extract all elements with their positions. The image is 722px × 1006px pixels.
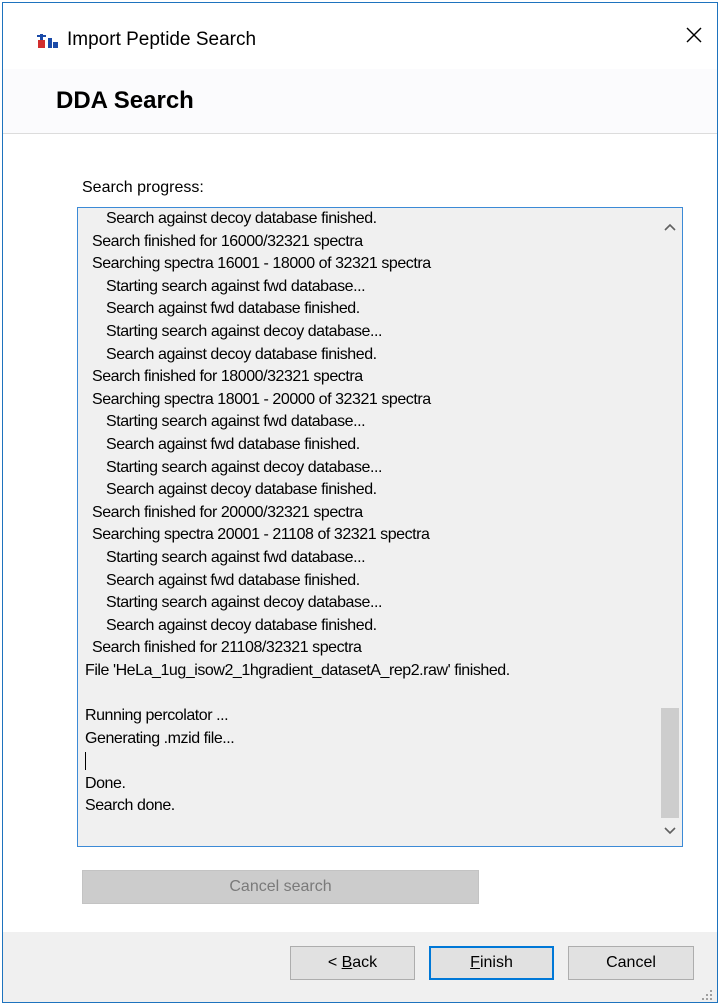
wizard-content: Search progress: Search against decoy da… [3,134,717,932]
log-line: Done. [85,774,126,792]
log-line: Starting search against fwd database... [106,548,366,566]
log-line: Search against decoy database finished. [106,210,377,227]
title-bar: Import Peptide Search [3,3,717,69]
log-line: Searching spectra 20001 - 21108 of 32321… [92,526,430,544]
log-lines: Search against decoy database finished. S… [78,208,658,818]
wizard-footer: < Back Finish Cancel [3,932,717,1002]
log-line: Search finished for 20000/32321 spectra [92,503,363,521]
back-button[interactable]: < Back [290,946,415,980]
log-line: Generating .mzid file... [85,729,235,747]
cancel-button[interactable]: Cancel [568,946,694,980]
log-line: Starting search against fwd database... [106,277,366,295]
log-line: Starting search against decoy database..… [106,458,382,476]
import-peptide-search-window: Import Peptide Search DDA Search Search … [2,2,718,1003]
peptide-app-icon [37,31,59,49]
search-log-textbox[interactable]: Search against decoy database finished. S… [77,207,683,847]
log-scrollbar[interactable] [658,208,682,846]
chevron-down-icon [664,822,676,840]
log-line: Search against decoy database finished. [106,481,377,499]
log-line [78,750,658,773]
scroll-up-button[interactable] [658,214,682,240]
wizard-header: DDA Search [3,69,717,134]
text-caret [85,752,86,771]
back-button-mnemonic: B [341,954,353,971]
log-line: Starting search against decoy database..… [106,322,382,340]
log-line: Search done. [85,797,175,815]
finish-button-mnemonic: F [470,954,480,971]
log-line: Searching spectra 18001 - 20000 of 32321… [92,390,431,408]
log-line: Starting search against fwd database... [106,413,366,431]
close-icon [685,26,703,49]
back-button-rest: ack [352,954,378,971]
log-line: Search against fwd database finished. [106,435,360,453]
page-title: DDA Search [56,87,194,114]
back-button-prefix: < [327,954,342,971]
log-line: Search finished for 16000/32321 spectra [92,232,363,250]
log-line: Search against fwd database finished. [106,300,360,318]
close-button[interactable] [671,13,717,61]
resize-grip-icon[interactable] [701,988,713,1000]
log-line: Search against decoy database finished. [106,345,377,363]
finish-button[interactable]: Finish [429,946,554,980]
cancel-search-button[interactable]: Cancel search [82,870,479,904]
log-line: Search finished for 18000/32321 spectra [92,368,363,386]
log-line: Search finished for 21108/32321 spectra [92,639,362,657]
chevron-up-icon [664,218,676,236]
scroll-down-button[interactable] [658,818,682,844]
window-title: Import Peptide Search [67,29,257,50]
scroll-thumb[interactable] [661,708,679,818]
log-line: File 'HeLa_1ug_isow2_1hgradient_datasetA… [85,661,510,679]
log-line: Starting search against decoy database..… [106,594,382,612]
log-line: Running percolator ... [85,707,229,725]
log-line: Search against fwd database finished. [106,571,360,589]
search-progress-label: Search progress: [82,179,204,196]
log-line: Search against decoy database finished. [106,616,377,634]
finish-button-rest: inish [479,954,513,971]
log-line: Searching spectra 16001 - 18000 of 32321… [92,255,431,273]
